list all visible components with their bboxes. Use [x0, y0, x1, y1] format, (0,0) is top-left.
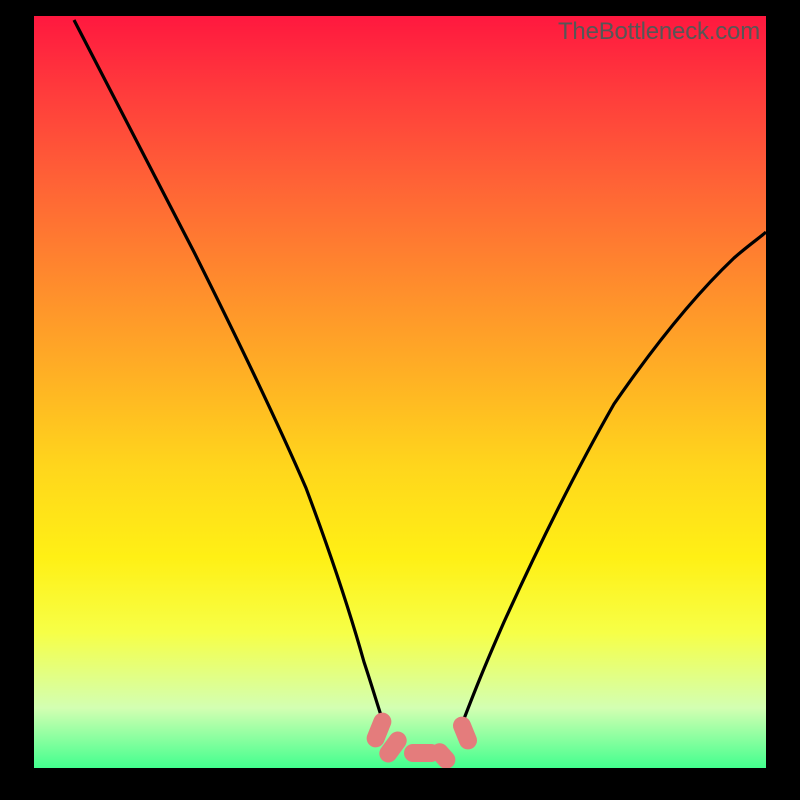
chart-plot-area: [34, 16, 766, 768]
trough-marker-group: [364, 710, 480, 768]
left-curve: [74, 20, 386, 730]
watermark-text: TheBottleneck.com: [558, 18, 760, 46]
chart-curves: [34, 16, 766, 768]
right-curve: [462, 232, 766, 724]
